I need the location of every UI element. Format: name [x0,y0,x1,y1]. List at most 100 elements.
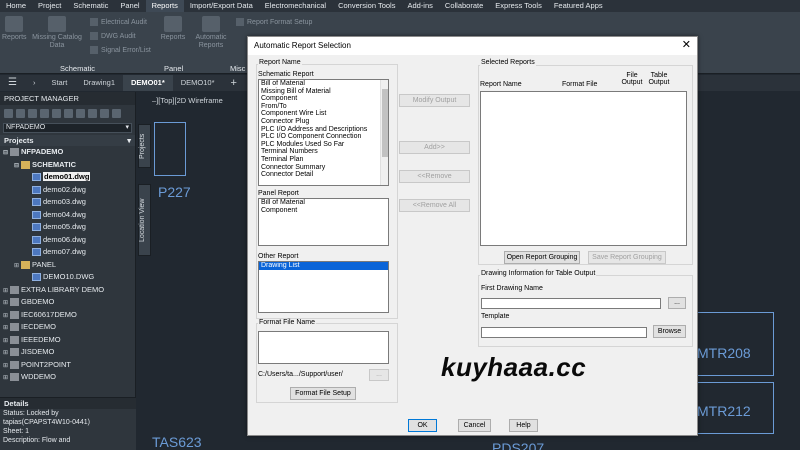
schematic-report-list[interactable]: Bill of Material Missing Bill of Material… [258,79,389,186]
tree-item[interactable]: demo05.dwg [0,221,135,234]
format-file-name-box[interactable] [258,331,389,364]
ribbon-tab-conversion-tools[interactable]: Conversion Tools [332,0,401,12]
tree-item[interactable]: demo04.dwg [0,209,135,222]
list-item[interactable]: Component [259,95,388,103]
tree-item[interactable]: ⊞ WDDEMO [0,371,135,384]
tree-item[interactable]: demo07.dwg [0,246,135,259]
task-list-icon[interactable] [112,108,121,118]
file-tab-demo01[interactable]: DEMO01* [123,75,173,91]
list-item[interactable]: Connector Plug [259,118,388,126]
file-tab-start[interactable]: Start [43,75,75,91]
tree-item[interactable]: ⊞ PANEL [0,259,135,272]
ok-button[interactable]: OK [408,419,437,432]
first-drawing-input[interactable] [481,298,661,309]
add-button[interactable]: Add>> [399,141,470,154]
panel-report-list[interactable]: Bill of Material Component [258,198,389,246]
format-browse-button[interactable]: ... [369,369,389,381]
tree-item[interactable]: ⊟ NFPADEMO [0,146,135,159]
help-button[interactable]: Help [509,419,538,432]
new-project-icon[interactable] [16,108,25,118]
list-item[interactable]: Component [259,207,388,215]
settings-icon[interactable] [40,108,49,118]
remove-button[interactable]: <<Remove [399,170,470,183]
scroll-thumb[interactable] [382,89,388,157]
save-report-grouping-button[interactable]: Save Report Grouping [588,251,666,264]
publish-icon[interactable] [100,108,109,118]
tree-item[interactable]: demo03.dwg [0,196,135,209]
refresh-icon[interactable] [28,108,37,118]
list-item[interactable]: Connector Detail [259,171,388,179]
tree-item[interactable]: demo01.dwg [0,171,135,184]
list-item[interactable]: Terminal Numbers [259,148,388,156]
list-item[interactable]: Bill of Material [259,199,388,207]
tree-item[interactable]: ⊞ IEEEDEMO [0,334,135,347]
close-icon[interactable]: ✕ [682,39,691,51]
modify-output-button[interactable]: Modify Output [399,94,470,107]
new-drawing-icon[interactable] [52,108,61,118]
open-report-grouping-button[interactable]: Open Report Grouping [504,251,580,264]
ribbon-tab-import-export-data[interactable]: Import/Export Data [184,0,259,12]
dwg-audit-button[interactable]: DWG Audit [90,32,136,40]
automatic-reports-button[interactable]: Automatic Reports [192,16,230,50]
list-item[interactable]: Missing Bill of Material [259,88,388,96]
project-select[interactable]: NFPADEMO [3,123,132,133]
electrical-audit-button[interactable]: Electrical Audit [90,18,147,26]
side-tab-projects[interactable]: Projects [138,124,151,168]
viewport-label[interactable]: –][Top][2D Wireframe [152,96,223,105]
ribbon-tab-home[interactable]: Home [0,0,32,12]
list-item[interactable]: Drawing List [259,262,388,270]
template-input[interactable] [481,327,647,338]
list-item[interactable]: Component Wire List [259,110,388,118]
list-item[interactable]: Terminal Plan [259,156,388,164]
signal-error-list-button[interactable]: Signal Error/List [90,46,151,54]
update-icon[interactable] [76,108,85,118]
missing-catalog-data-button[interactable]: Missing Catalog Data [28,16,86,50]
tree-item[interactable]: ⊞ POINT2POINT [0,359,135,372]
ribbon-tab-collaborate[interactable]: Collaborate [439,0,489,12]
menu-icon[interactable]: ☰ [0,75,25,91]
projects-header[interactable]: Projects [0,135,135,146]
report-format-setup-button[interactable]: Report Format Setup [236,18,312,26]
list-item[interactable]: From/To [259,103,388,111]
panel-reports-button[interactable]: Reports [158,16,188,42]
ribbon-tab-featured-apps[interactable]: Featured Apps [548,0,609,12]
reports-button[interactable]: Reports [2,16,27,42]
selected-reports-list[interactable] [480,91,687,246]
ribbon-tab-add-ins[interactable]: Add-ins [401,0,438,12]
tree-item[interactable]: ⊟ SCHEMATIC [0,159,135,172]
list-item[interactable]: PLC Modules Used So Far [259,141,388,149]
format-file-setup-button[interactable]: Format File Setup [290,387,356,400]
remove-all-button[interactable]: <<Remove All [399,199,470,212]
tree-item[interactable]: DEMO10.DWG [0,271,135,284]
expand-icon[interactable]: ⊞ [3,372,10,385]
list-item[interactable]: Bill of Material [259,80,388,88]
list-item[interactable]: PLC I/O Component Connection [259,133,388,141]
tree-item[interactable]: ⊞ IECDEMO [0,321,135,334]
tree-item[interactable]: demo06.dwg [0,234,135,247]
template-browse-button[interactable]: Browse [653,325,686,338]
tree-item[interactable]: ⊞ JISDEMO [0,346,135,359]
schematic-scrollbar[interactable] [380,80,388,185]
file-tab-drawing1[interactable]: Drawing1 [75,75,123,91]
add-drawings-icon[interactable] [64,108,73,118]
new-tab-icon[interactable]: + [223,75,245,91]
ribbon-tab-schematic[interactable]: Schematic [67,0,114,12]
tree-item[interactable]: demo02.dwg [0,184,135,197]
side-tab-location-view[interactable]: Location View [138,184,151,256]
ribbon-tab-reports[interactable]: Reports [145,0,184,12]
open-project-icon[interactable] [4,108,13,118]
first-drawing-browse-button[interactable]: ... [668,297,686,309]
other-report-list[interactable]: Drawing List [258,261,389,313]
ribbon-tab-electromechanical[interactable]: Electromechanical [259,0,332,12]
ribbon-tab-project[interactable]: Project [32,0,67,12]
ribbon-tab-express-tools[interactable]: Express Tools [489,0,548,12]
plot-icon[interactable] [88,108,97,118]
file-tab-arrow-icon[interactable]: › [25,75,44,91]
tree-item[interactable]: ⊞ GBDEMO [0,296,135,309]
list-item[interactable]: PLC I/O Address and Descriptions [259,126,388,134]
tree-item[interactable]: ⊞ IEC60617DEMO [0,309,135,322]
ribbon-tab-panel[interactable]: Panel [114,0,145,12]
tree-item[interactable]: ⊞ EXTRA LIBRARY DEMO [0,284,135,297]
cancel-button[interactable]: Cancel [458,419,491,432]
list-item[interactable]: Connector Summary [259,164,388,172]
